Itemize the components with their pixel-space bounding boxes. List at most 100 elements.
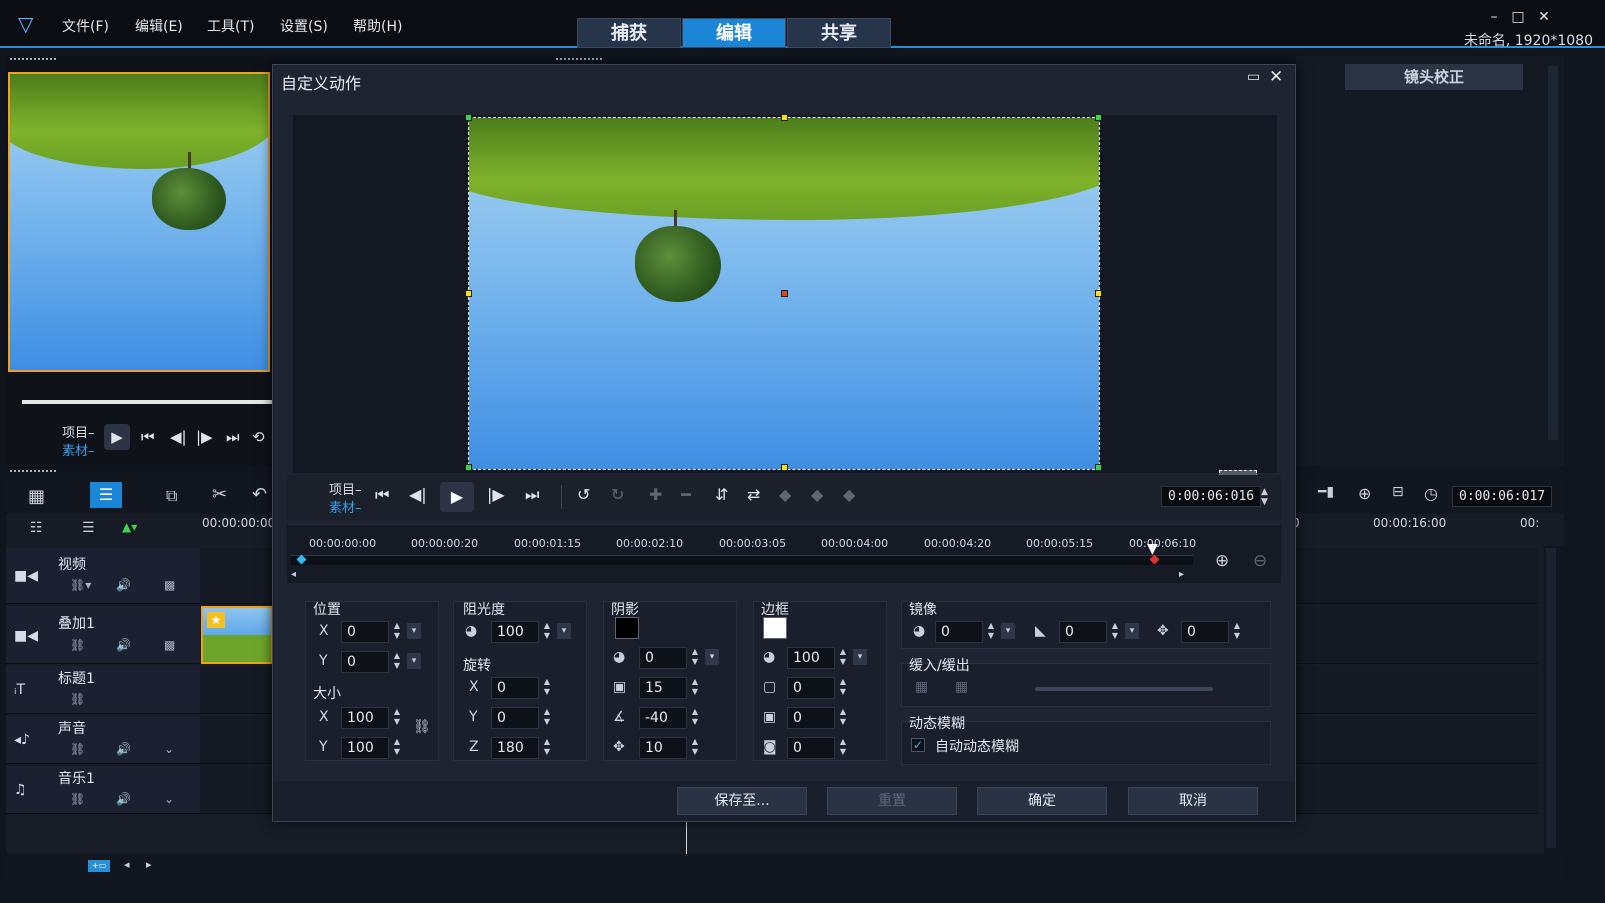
mute-icon[interactable]: 🔊	[116, 578, 131, 592]
overlay-clip-thumbnail[interactable]: ★	[201, 606, 273, 664]
shadow-opacity-spinner[interactable]: ▲ ▼	[689, 647, 701, 669]
link-icon[interactable]: ⛓	[70, 692, 85, 706]
opacity-input[interactable]: 100	[491, 621, 539, 643]
resize-handle[interactable]	[1095, 464, 1102, 471]
cancel-button[interactable]: 取消	[1128, 787, 1258, 815]
tab-lens-correction[interactable]: 镜头校正	[1345, 64, 1523, 90]
resize-handle[interactable]	[465, 464, 472, 471]
rotation-y-spinner[interactable]: ▲ ▼	[541, 707, 553, 729]
position-y-dropdown[interactable]: ▾	[407, 653, 421, 669]
player-scrubber[interactable]	[22, 400, 272, 404]
player-next-frame-icon[interactable]: |▶	[196, 428, 213, 446]
position-x-spinner[interactable]: ▲ ▼	[391, 621, 403, 643]
timecode-spinner[interactable]: ▲ ▼	[1261, 487, 1268, 507]
resize-handle[interactable]	[465, 114, 472, 121]
ruler-zoom-out-icon[interactable]: ⊖	[1253, 551, 1267, 571]
dialog-play-icon[interactable]: ▶	[440, 482, 474, 512]
mirror-opacity-dropdown[interactable]: ▾	[1001, 623, 1015, 639]
prev-keyframe-icon[interactable]: ◆	[779, 485, 791, 504]
rotate-right-icon[interactable]: ↻	[611, 485, 624, 504]
rotation-z-input[interactable]: 180	[491, 737, 539, 759]
resize-handle[interactable]	[781, 464, 788, 471]
shadow-blur-input[interactable]: 15	[639, 677, 687, 699]
tools-icon[interactable]: ✂	[212, 484, 227, 505]
ok-button[interactable]: 确定	[977, 787, 1107, 815]
dialog-next-frame-icon[interactable]: |▶	[487, 485, 505, 504]
player-home-icon[interactable]: ⏮	[141, 428, 155, 446]
dialog-home-icon[interactable]: ⏮	[375, 485, 389, 505]
add-track-icon[interactable]: +▭	[88, 860, 110, 872]
zoom-slider[interactable]: ━▮	[1318, 484, 1334, 500]
ripple-icon[interactable]: ▩	[164, 578, 175, 592]
close-icon[interactable]: ✕	[1534, 9, 1554, 25]
menu-edit[interactable]: 编辑(E)	[135, 16, 183, 36]
menu-file[interactable]: 文件(F)	[62, 16, 109, 36]
shadow-angle-spinner[interactable]: ▲ ▼	[689, 707, 701, 729]
swap-keyframes-icon[interactable]: ⇄	[747, 485, 760, 504]
dialog-clip-label[interactable]: 素材–	[329, 497, 362, 516]
track-header-title[interactable]	[6, 666, 200, 714]
chapter-icon[interactable]: ☰	[82, 520, 95, 536]
right-scrollbar[interactable]	[1548, 66, 1558, 440]
link-icon[interactable]: ⛓	[70, 742, 85, 756]
player-end-icon[interactable]: ⏭	[226, 428, 240, 446]
timeline-grip[interactable]	[10, 470, 56, 474]
remove-keyframe-icon[interactable]: ━	[681, 485, 691, 504]
opacity-dropdown[interactable]: ▾	[557, 623, 571, 639]
minimize-icon[interactable]: –	[1484, 9, 1504, 25]
border-opacity-spinner[interactable]: ▲ ▼	[837, 647, 849, 669]
border-opacity-input[interactable]: 100	[787, 647, 835, 669]
opacity-spinner[interactable]: ▲ ▼	[541, 621, 553, 643]
scroll-left-icon[interactable]: ◂	[124, 858, 130, 871]
resize-handle[interactable]	[781, 114, 788, 121]
reset-button[interactable]: 重置	[827, 787, 957, 815]
ruler-zoom-in-icon[interactable]: ⊕	[1215, 551, 1229, 571]
mirror-gradient-input[interactable]: 0	[1059, 621, 1107, 643]
mirror-gradient-dropdown[interactable]: ▾	[1125, 623, 1139, 639]
player-play-icon[interactable]: ▶	[104, 424, 130, 450]
resize-handle[interactable]	[1095, 114, 1102, 121]
position-x-dropdown[interactable]: ▾	[407, 623, 421, 639]
auto-motion-blur-checkbox[interactable]: ✓	[911, 738, 925, 752]
timeline-view-icon[interactable]: ☰	[90, 482, 122, 508]
rotation-x-spinner[interactable]: ▲ ▼	[541, 677, 553, 699]
ease-in-icon[interactable]: ▦	[915, 679, 928, 695]
storyboard-view-icon[interactable]: ▦	[28, 486, 45, 507]
mirror-distance-input[interactable]: 0	[1181, 621, 1229, 643]
tab-share[interactable]: 共享	[787, 18, 891, 48]
add-marker-icon[interactable]: ▲▾	[122, 520, 137, 534]
position-x-input[interactable]: 0	[341, 621, 389, 643]
menu-help[interactable]: 帮助(H)	[353, 16, 402, 36]
keyframe-track[interactable]	[291, 555, 1193, 565]
link-icon[interactable]: ⛓▾	[70, 578, 91, 592]
link-icon[interactable]: ⛓	[70, 792, 85, 806]
dialog-maximize-icon[interactable]: ▭	[1247, 69, 1260, 85]
shadow-color-swatch[interactable]	[615, 617, 639, 639]
scroll-right-icon[interactable]: ▸	[146, 858, 152, 871]
keyframe-options-icon[interactable]: ◆	[843, 485, 855, 504]
resize-handle[interactable]	[465, 290, 472, 297]
menu-tools[interactable]: 工具(T)	[207, 16, 254, 36]
border-corner-spinner[interactable]: ▲ ▼	[837, 737, 849, 759]
player-repeat-icon[interactable]: ⟲	[252, 428, 265, 446]
maximize-icon[interactable]: □	[1508, 9, 1528, 25]
track-header-voice[interactable]	[6, 716, 200, 764]
rotation-z-spinner[interactable]: ▲ ▼	[541, 737, 553, 759]
timeline-timecode[interactable]: 0:00:06:017	[1452, 486, 1553, 507]
link-icon[interactable]: ⛓	[70, 638, 85, 652]
zoom-in-icon[interactable]: ⊕	[1358, 484, 1371, 503]
shadow-distance-spinner[interactable]: ▲ ▼	[689, 737, 701, 759]
aspect-lock-icon[interactable]: ⛓	[413, 719, 431, 735]
shadow-opacity-input[interactable]: 0	[639, 647, 687, 669]
border-softness-spinner[interactable]: ▲ ▼	[837, 707, 849, 729]
ease-out-icon[interactable]: ▦	[955, 679, 968, 695]
track-manager-icon[interactable]: ☷	[30, 520, 43, 536]
dialog-timecode[interactable]: 0:00:06:016	[1161, 486, 1262, 507]
size-y-spinner[interactable]: ▲ ▼	[391, 737, 403, 759]
resize-handle[interactable]	[1095, 290, 1102, 297]
player-clip-label[interactable]: 素材–	[62, 440, 95, 459]
border-width-input[interactable]: 0	[787, 677, 835, 699]
border-softness-input[interactable]: 0	[787, 707, 835, 729]
undo-icon[interactable]: ↶	[252, 484, 267, 505]
expand-icon[interactable]: ⌄	[164, 792, 174, 806]
